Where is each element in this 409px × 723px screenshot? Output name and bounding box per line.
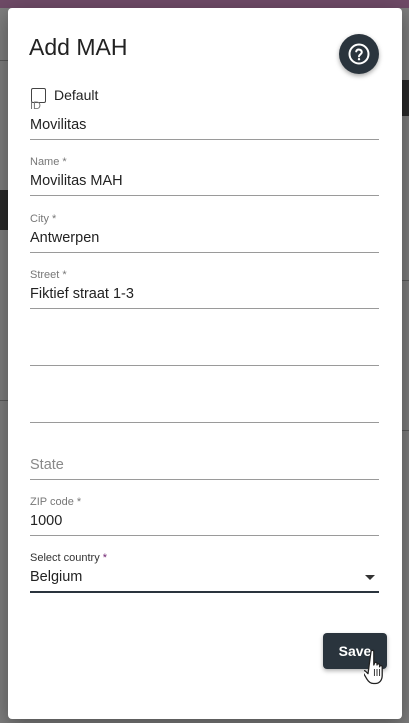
country-select[interactable]: Select country * Belgium <box>30 551 379 593</box>
state-field-placeholder[interactable]: State <box>30 455 379 475</box>
street-field[interactable]: Street * Fiktief straat 1-3 <box>30 268 379 309</box>
dialog-title: Add MAH <box>29 34 128 60</box>
street-field-label: Street * <box>30 269 67 281</box>
street-field-underline <box>30 308 379 309</box>
city-field-label: City * <box>30 213 57 225</box>
country-select-underline <box>30 591 379 593</box>
background-divider <box>0 60 8 61</box>
street-field-value[interactable]: Fiktief straat 1-3 <box>30 284 379 304</box>
name-field[interactable]: Name * Movilitas MAH <box>30 155 379 196</box>
state-field[interactable]: State <box>30 439 379 480</box>
help-button[interactable] <box>339 34 379 74</box>
name-field-value[interactable]: Movilitas MAH <box>30 171 379 191</box>
id-field-label: ID <box>30 100 41 112</box>
background-app-panel <box>402 80 409 116</box>
name-field-label: Name * <box>30 156 67 168</box>
state-field-underline <box>30 479 379 480</box>
id-field[interactable]: ID Movilitas <box>30 99 379 140</box>
required-marker: * <box>102 552 108 564</box>
city-field[interactable]: City * Antwerpen <box>30 212 379 253</box>
zip-code-field-underline <box>30 535 379 536</box>
id-field-underline <box>30 139 379 140</box>
add-mah-dialog: Add MAH Default ID Movilitas Name * Movi… <box>8 8 402 719</box>
id-field-value[interactable]: Movilitas <box>30 115 379 135</box>
zip-code-field-label: ZIP code * <box>30 496 82 508</box>
country-select-label: Select country <box>30 552 100 564</box>
address-line-3-value[interactable] <box>30 398 379 418</box>
zip-code-field[interactable]: ZIP code * 1000 <box>30 495 379 536</box>
background-divider <box>402 280 409 281</box>
hand-pointer-icon <box>364 649 383 685</box>
address-line-3-underline <box>30 422 379 423</box>
address-line-3-field[interactable] <box>30 382 379 423</box>
background-app-header <box>0 0 409 8</box>
background-divider <box>402 430 409 431</box>
background-app-panel <box>0 190 8 230</box>
country-select-value[interactable]: Belgium <box>30 567 379 587</box>
city-field-underline <box>30 252 379 253</box>
help-circle-icon <box>348 43 370 65</box>
zip-code-field-value[interactable]: 1000 <box>30 511 379 531</box>
name-field-underline <box>30 195 379 196</box>
address-line-2-field[interactable] <box>30 325 379 366</box>
city-field-value[interactable]: Antwerpen <box>30 228 379 248</box>
address-line-2-underline <box>30 365 379 366</box>
chevron-down-icon[interactable] <box>365 575 375 580</box>
address-line-2-value[interactable] <box>30 341 379 361</box>
background-divider <box>0 400 8 401</box>
